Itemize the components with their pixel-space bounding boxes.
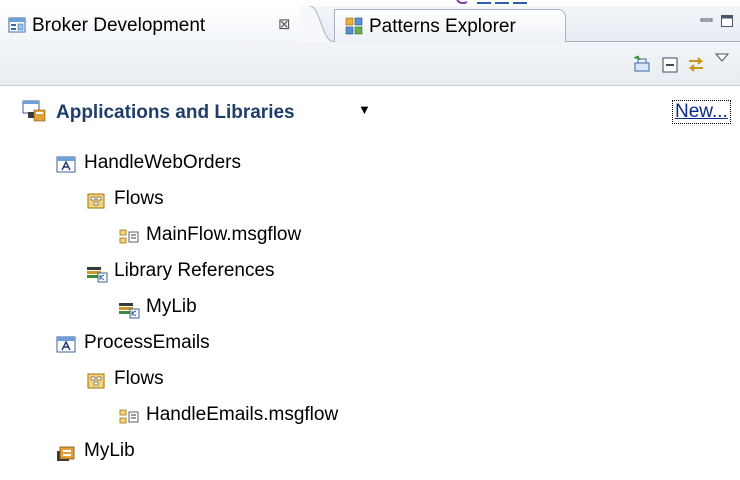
- tab-broker-development[interactable]: Broker Development ⊠: [0, 6, 310, 42]
- broker-development-icon: [8, 17, 26, 33]
- section-title: Applications and Libraries: [56, 102, 295, 123]
- patterns-explorer-icon: [345, 17, 363, 35]
- msgflow-file-icon: [119, 229, 139, 244]
- collapse-all-icon[interactable]: [660, 55, 680, 75]
- library-icon: [57, 446, 75, 461]
- tree-item-label: Library References: [114, 260, 275, 281]
- msgflow-file-icon: [119, 409, 139, 424]
- broker-development-view: Applications and Libraries ▼ New... Hand…: [0, 86, 740, 480]
- applications-libraries-icon: [22, 100, 46, 122]
- view-menu-icon[interactable]: [714, 52, 730, 64]
- flows-folder-icon: [87, 373, 105, 389]
- maximize-icon[interactable]: [720, 14, 734, 28]
- window-decoration-icon: [456, 0, 527, 5]
- flows-folder-icon: [87, 193, 105, 209]
- library-references-icon: [87, 267, 108, 283]
- application-icon: [56, 336, 76, 353]
- section-dropdown-icon[interactable]: ▼: [358, 102, 371, 117]
- tree-item-label: MyLib: [84, 440, 135, 461]
- tree-item-label: HandleWebOrders: [84, 152, 242, 173]
- tree-item-label: MyLib: [146, 296, 197, 317]
- tree-item-label: Flows: [114, 368, 164, 389]
- view-tab-bar: Broker Development ⊠ Patterns Explorer: [0, 6, 740, 42]
- close-icon[interactable]: ⊠: [278, 15, 291, 33]
- new-link[interactable]: New...: [672, 100, 731, 124]
- view-toolbar: [0, 42, 740, 86]
- new-wizard-icon[interactable]: [632, 54, 652, 74]
- tree-item-label: MainFlow.msgflow: [146, 224, 302, 245]
- tab-patterns-explorer[interactable]: Patterns Explorer: [334, 9, 566, 42]
- tree-item-label: HandleEmails.msgflow: [146, 404, 339, 425]
- tree-item-label: Flows: [114, 188, 164, 209]
- link-with-editor-icon[interactable]: [686, 54, 706, 74]
- tab-label: Patterns Explorer: [369, 16, 516, 37]
- application-icon: [56, 156, 76, 173]
- section-header: Applications and Libraries ▼ New...: [0, 96, 740, 136]
- tab-divider: [300, 6, 335, 42]
- library-reference-icon: [119, 303, 140, 319]
- tree-item-label: ProcessEmails: [84, 332, 210, 353]
- tab-label: Broker Development: [32, 15, 206, 36]
- minimize-icon[interactable]: [700, 14, 714, 28]
